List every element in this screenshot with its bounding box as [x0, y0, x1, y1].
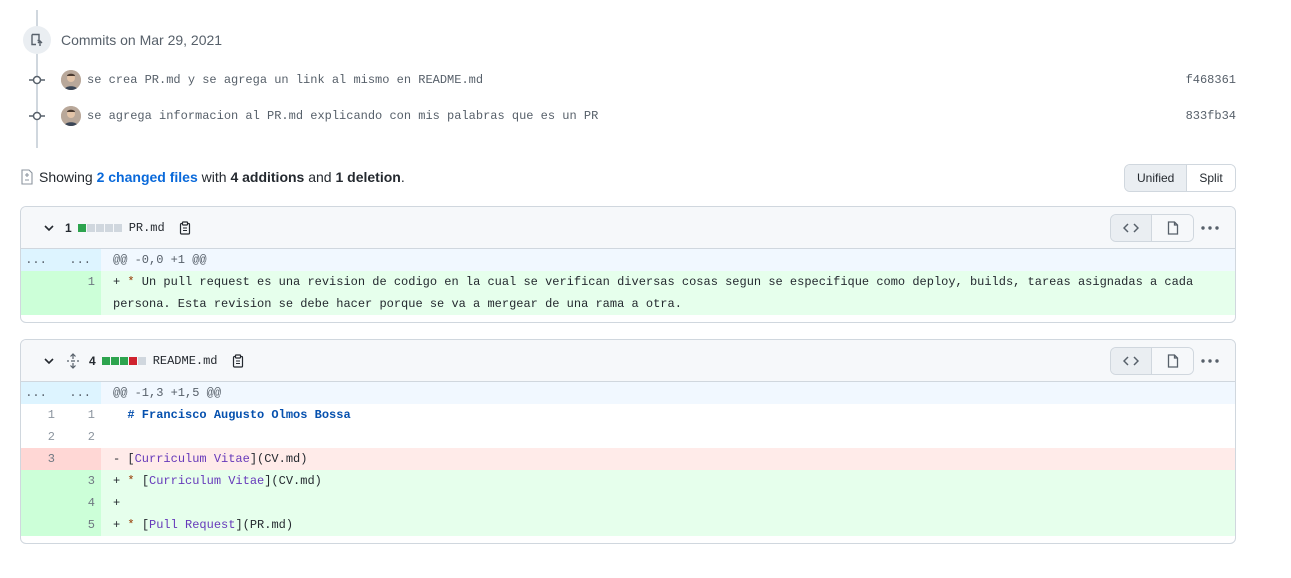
copy-path-icon[interactable] [177, 220, 193, 236]
diffstat-blocks [77, 223, 122, 232]
expand-down-button[interactable]: ... [61, 249, 101, 271]
code-line: + * [Pull Request](PR.md) [101, 514, 1235, 536]
commits-date-title: Commits on Mar 29, 2021 [61, 32, 223, 48]
deletions-count: 1 deletion [335, 169, 401, 185]
code-icon[interactable] [1111, 348, 1152, 374]
avatar[interactable] [61, 70, 81, 90]
chevron-down-icon[interactable] [41, 220, 57, 236]
new-line-number[interactable] [61, 448, 101, 470]
kebab-menu-icon[interactable] [1199, 353, 1221, 369]
old-line-number[interactable] [21, 271, 61, 315]
hunk-header-row: ... ... @@ -0,0 +1 @@ [21, 249, 1235, 271]
diff-line-context: 2 2 [21, 426, 1235, 448]
file-icon[interactable] [1152, 348, 1193, 374]
expand-up-button[interactable]: ... [21, 382, 61, 404]
hunk-header: @@ -0,0 +1 @@ [101, 249, 1235, 271]
diff-line-context: 1 1 # Francisco Augusto Olmos Bossa [21, 404, 1235, 426]
file-name-link[interactable]: PR.md [129, 221, 165, 235]
git-commit-icon [28, 107, 46, 125]
chevron-down-icon[interactable] [41, 353, 57, 369]
old-line-number[interactable] [21, 514, 61, 536]
old-line-number[interactable]: 2 [21, 426, 61, 448]
diff-line-added: 5 + * [Pull Request](PR.md) [21, 514, 1235, 536]
unified-view-button[interactable]: Unified [1125, 165, 1188, 191]
diff-summary: Showing 2 changed files with 4 additions… [20, 166, 405, 188]
commit-message-link[interactable]: se crea PR.md y se agrega un link al mis… [87, 73, 483, 87]
view-buttons [1110, 347, 1194, 375]
diff-line-added: 3 + * [Curriculum Vitae](CV.md) [21, 470, 1235, 492]
file-name-link[interactable]: README.md [153, 354, 218, 368]
change-count: 4 [89, 353, 96, 368]
diff-line-added: 1 + * Un pull request es una revision de… [21, 271, 1235, 315]
additions-count: 4 additions [230, 169, 305, 185]
summary-with: with [201, 169, 227, 185]
diff-line-deleted: 3 - [Curriculum Vitae](CV.md) [21, 448, 1235, 470]
commit-row[interactable]: se crea PR.md y se agrega un link al mis… [28, 68, 1236, 92]
commit-message-link[interactable]: se agrega informacion al PR.md explicand… [87, 109, 598, 123]
old-line-number[interactable]: 1 [21, 404, 61, 426]
commit-push-icon [23, 26, 51, 54]
code-line: + [101, 492, 1235, 514]
code-icon[interactable] [1111, 215, 1152, 241]
new-line-number[interactable]: 5 [61, 514, 101, 536]
new-line-number[interactable]: 2 [61, 426, 101, 448]
file-diff-icon [20, 169, 34, 185]
change-count: 1 [65, 220, 72, 235]
diffstat-blocks [101, 356, 146, 365]
new-line-number[interactable]: 1 [61, 271, 101, 315]
new-line-number[interactable]: 3 [61, 470, 101, 492]
expand-up-button[interactable]: ... [21, 249, 61, 271]
file-icon[interactable] [1152, 215, 1193, 241]
commit-row[interactable]: se agrega informacion al PR.md explicand… [28, 104, 1236, 128]
code-line: + * Un pull request es una revision de c… [101, 271, 1235, 315]
old-line-number[interactable] [21, 470, 61, 492]
copy-path-icon[interactable] [230, 353, 246, 369]
expand-all-icon[interactable] [65, 352, 81, 369]
file-diff-readme-md: 4 README.md ... ... @@ -1,3 +1,5 @@ 1 1 … [20, 339, 1236, 544]
summary-period: . [400, 169, 405, 185]
summary-prefix: Showing [39, 169, 93, 185]
diff-view-toggle: Unified Split [1124, 164, 1236, 192]
commit-sha-link[interactable]: 833fb34 [1186, 109, 1236, 123]
old-line-number[interactable]: 3 [21, 448, 61, 470]
kebab-menu-icon[interactable] [1199, 220, 1221, 236]
git-commit-icon [28, 71, 46, 89]
code-line: # Francisco Augusto Olmos Bossa [127, 408, 351, 422]
commits-header: Commits on Mar 29, 2021 [23, 26, 222, 54]
code-line: + * [Curriculum Vitae](CV.md) [101, 470, 1235, 492]
hunk-header-row: ... ... @@ -1,3 +1,5 @@ [21, 382, 1235, 404]
file-header: 4 README.md [21, 340, 1235, 382]
avatar[interactable] [61, 106, 81, 126]
hunk-header: @@ -1,3 +1,5 @@ [101, 382, 1235, 404]
diff-line-added: 4 + [21, 492, 1235, 514]
expand-down-button[interactable]: ... [61, 382, 101, 404]
file-diff-pr-md: 1 PR.md ... ... @@ -0,0 +1 @@ 1 + * Un p… [20, 206, 1236, 323]
code-line: - [Curriculum Vitae](CV.md) [101, 448, 1235, 470]
split-view-button[interactable]: Split [1187, 165, 1235, 191]
new-line-number[interactable]: 1 [61, 404, 101, 426]
file-header: 1 PR.md [21, 207, 1235, 249]
commit-sha-link[interactable]: f468361 [1186, 73, 1236, 87]
old-line-number[interactable] [21, 492, 61, 514]
new-line-number[interactable]: 4 [61, 492, 101, 514]
changed-files-link[interactable]: 2 changed files [97, 169, 198, 185]
view-buttons [1110, 214, 1194, 242]
summary-and: and [308, 169, 332, 185]
